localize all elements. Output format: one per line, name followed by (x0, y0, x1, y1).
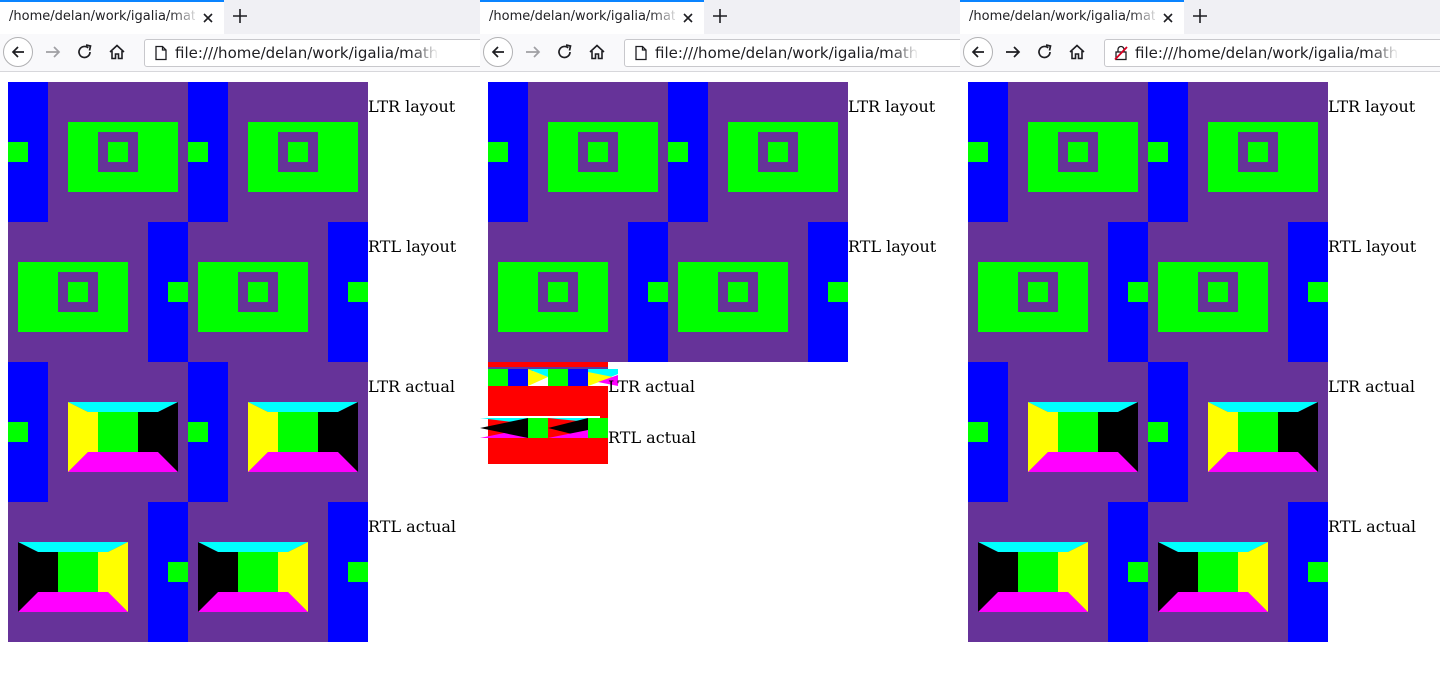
label-ltr-layout: LTR layout (848, 97, 936, 116)
ltr-layout-row (968, 82, 1328, 222)
tab-title: /home/delan/work/igalia/mathml3-fix (9, 9, 195, 24)
home-icon[interactable] (588, 43, 606, 61)
back-arrow-icon (491, 46, 504, 58)
page-content: LTR layout RTL layout LTR actual RTL act… (480, 72, 960, 680)
label-ltr-actual: LTR actual (1328, 377, 1416, 396)
nav-bar: file:///home/delan/work/igalia/mathml3-f… (480, 34, 960, 72)
home-icon[interactable] (108, 43, 126, 61)
ltr-layout-row (488, 82, 848, 222)
ltr-actual-row (8, 362, 368, 502)
reload-icon[interactable] (556, 43, 574, 61)
back-button[interactable] (963, 37, 993, 67)
url-text: file:///home/delan/work/igalia/mathml3-f… (175, 44, 437, 62)
url-bar[interactable]: file:///home/delan/work/igalia/mathml3-f… (144, 39, 480, 67)
home-icon[interactable] (1068, 43, 1086, 61)
test-figure (480, 82, 848, 464)
reload-icon[interactable] (76, 43, 94, 61)
reload-icon[interactable] (1036, 43, 1054, 61)
back-button[interactable] (3, 37, 33, 67)
label-rtl-actual: RTL actual (1328, 517, 1417, 536)
tab-active[interactable]: /home/delan/work/igalia/mathml3-fix (960, 0, 1184, 34)
close-icon[interactable] (201, 11, 215, 25)
tab-title: /home/delan/work/igalia/mathml3-fix (969, 9, 1155, 24)
label-rtl-layout: RTL layout (1328, 237, 1417, 256)
label-ltr-actual: LTR actual (368, 377, 456, 396)
ltr-actual-row (968, 362, 1328, 502)
label-rtl-layout: RTL layout (848, 237, 937, 256)
label-rtl-layout: RTL layout (368, 237, 457, 256)
page-icon (635, 45, 647, 61)
tab-bar: /home/delan/work/igalia/mathml3-fix (480, 0, 960, 34)
back-button[interactable] (483, 37, 513, 67)
browser-window-1: /home/delan/work/igalia/mathml3-fix file… (0, 0, 480, 680)
plus-icon[interactable] (231, 7, 249, 25)
insecure-lock-icon[interactable] (1113, 45, 1129, 61)
rtl-actual-row (8, 502, 368, 642)
page-content: LTR layout RTL layout LTR actual RTL act… (0, 72, 480, 680)
page-icon (155, 45, 167, 61)
rtl-layout-row (8, 222, 368, 362)
tab-active[interactable]: /home/delan/work/igalia/mathml3-fix (480, 0, 704, 34)
page-content: LTR layout RTL layout LTR actual RTL act… (960, 72, 1440, 680)
url-bar[interactable]: file:///home/delan/work/igalia/mathml3-f… (1104, 39, 1440, 67)
label-ltr-layout: LTR layout (368, 97, 456, 116)
close-icon[interactable] (1161, 11, 1175, 25)
rtl-actual-row (968, 502, 1328, 642)
label-rtl-actual: RTL actual (368, 517, 457, 536)
tab-bar: /home/delan/work/igalia/mathml3-fix (0, 0, 480, 34)
url-bar[interactable]: file:///home/delan/work/igalia/mathml3-f… (624, 39, 960, 67)
forward-arrow-icon[interactable] (1004, 43, 1022, 61)
label-ltr-layout: LTR layout (1328, 97, 1416, 116)
back-arrow-icon (11, 46, 24, 58)
browser-window-3: /home/delan/work/igalia/mathml3-fix file… (960, 0, 1440, 680)
plus-icon[interactable] (711, 7, 729, 25)
test-figure (8, 82, 368, 642)
tab-bar: /home/delan/work/igalia/mathml3-fix (960, 0, 1440, 34)
broken-rtl-actual (480, 416, 608, 464)
forward-arrow-icon[interactable] (524, 43, 542, 61)
test-figure (968, 82, 1328, 642)
url-text: file:///home/delan/work/igalia/mathml3-f… (1135, 44, 1397, 62)
tab-active[interactable]: /home/delan/work/igalia/mathml3-fix (0, 0, 224, 34)
broken-ltr-actual (488, 362, 618, 417)
close-icon[interactable] (681, 11, 695, 25)
label-rtl-actual: RTL actual (608, 428, 697, 447)
rtl-layout-row (968, 222, 1328, 362)
plus-icon[interactable] (1191, 7, 1209, 25)
nav-bar: file:///home/delan/work/igalia/mathml3-f… (0, 34, 480, 72)
label-ltr-actual: LTR actual (608, 377, 696, 396)
ltr-layout-row (8, 82, 368, 222)
nav-bar: file:///home/delan/work/igalia/mathml3-f… (960, 34, 1440, 72)
tab-title: /home/delan/work/igalia/mathml3-fix (489, 9, 675, 24)
back-arrow-icon (971, 46, 984, 58)
forward-arrow-icon[interactable] (44, 43, 62, 61)
browser-window-2: /home/delan/work/igalia/mathml3-fix file… (480, 0, 960, 680)
url-text: file:///home/delan/work/igalia/mathml3-f… (655, 44, 917, 62)
rtl-layout-row (488, 222, 848, 362)
